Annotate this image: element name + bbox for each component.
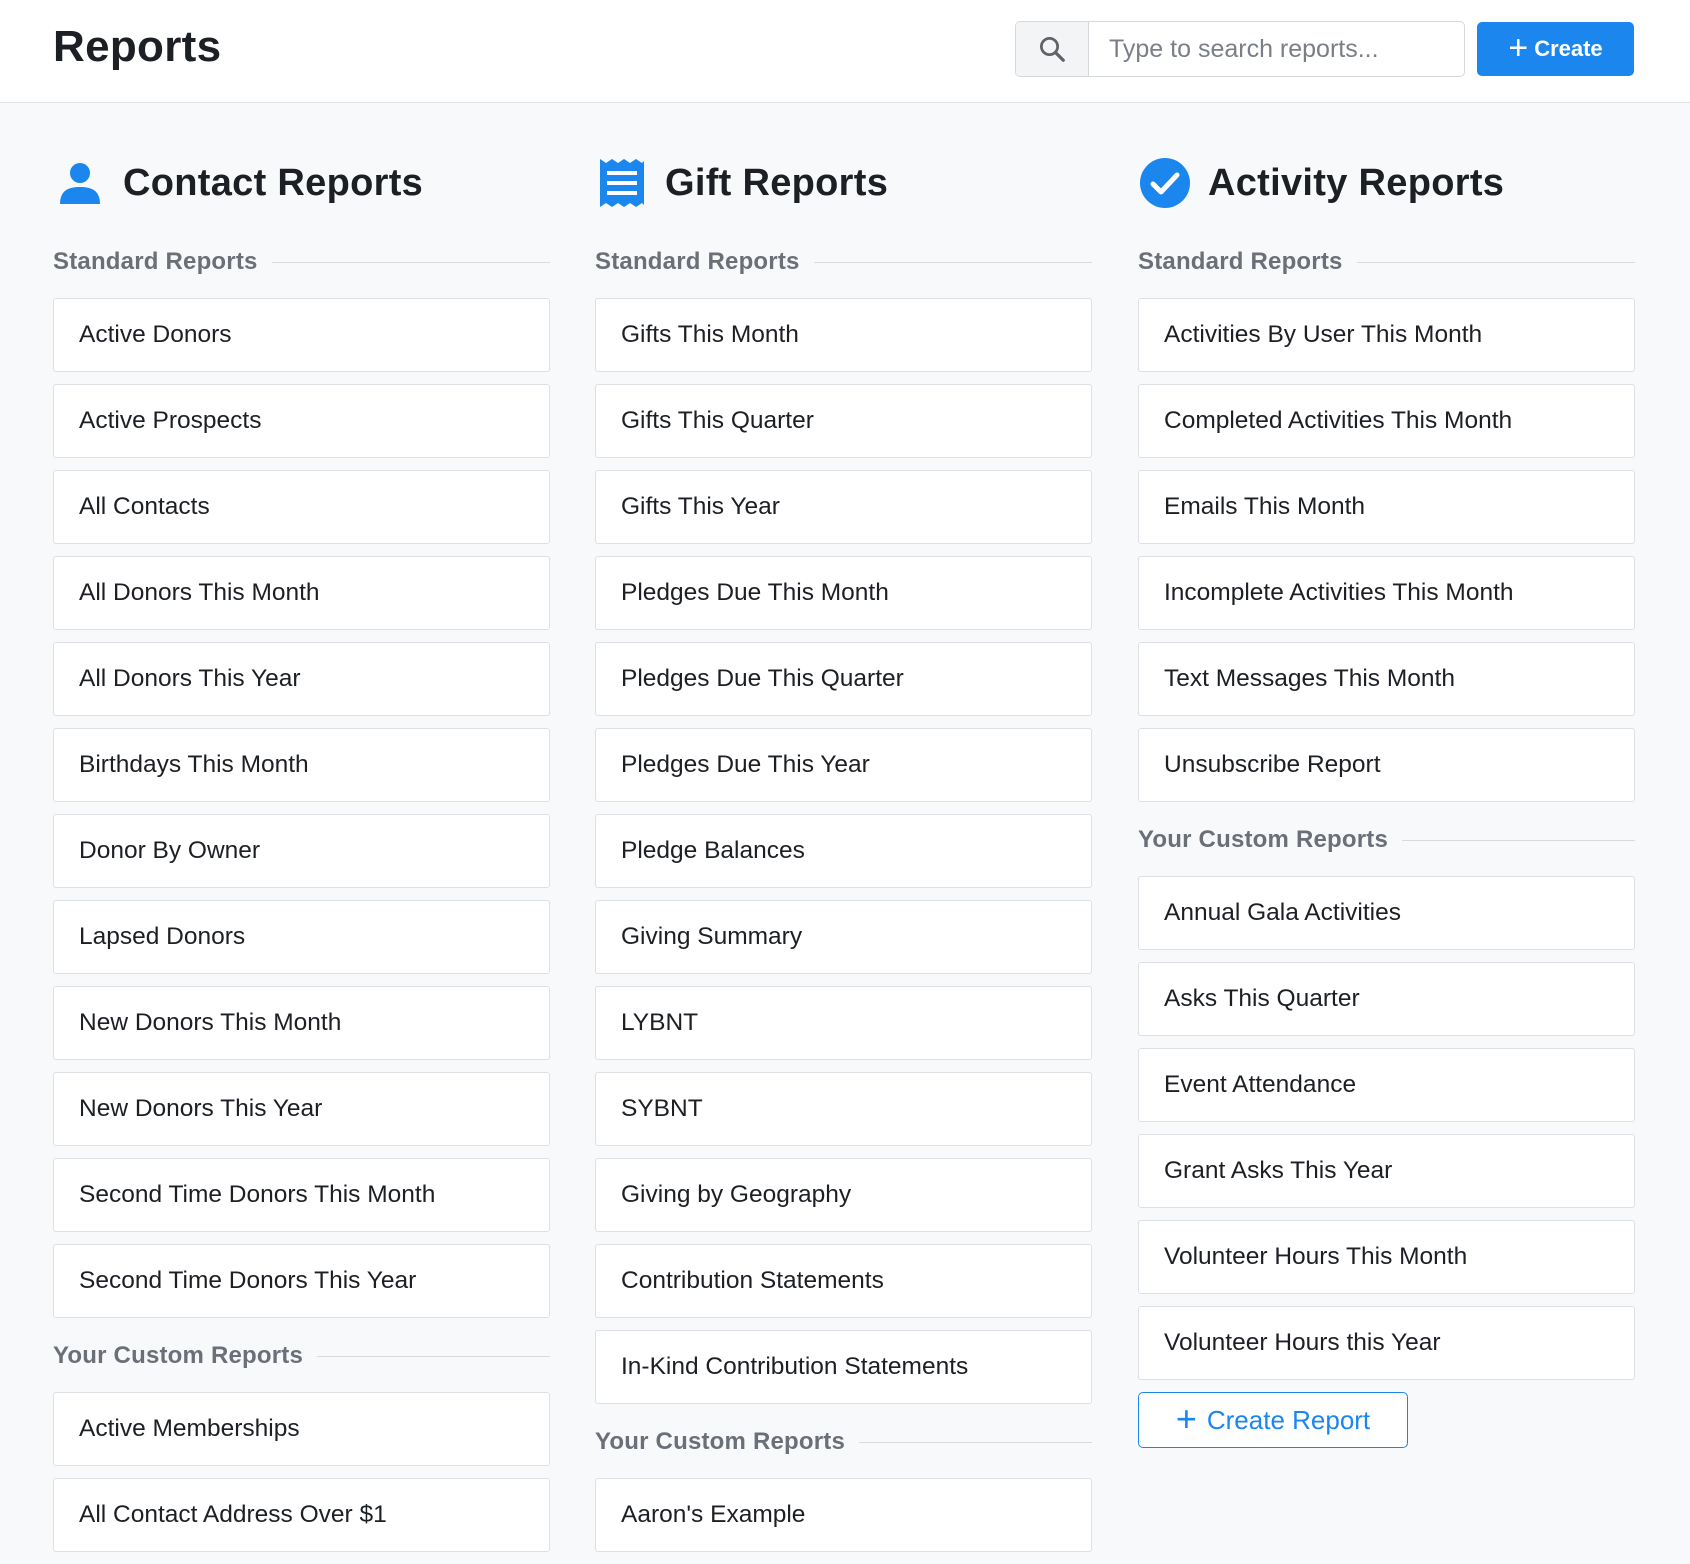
check-circle-icon (1138, 156, 1192, 210)
report-item[interactable]: Annual Gala Activities (1138, 876, 1635, 950)
create-report-button[interactable]: + Create Report (1138, 1392, 1408, 1448)
contact-custom-section: Your Custom Reports (53, 1330, 550, 1382)
report-item[interactable]: Active Memberships (53, 1392, 550, 1466)
section-label: Standard Reports (1138, 248, 1343, 275)
report-item[interactable]: Event Attendance (1138, 1048, 1635, 1122)
contact-reports-header: Contact Reports (53, 150, 550, 216)
report-item[interactable]: Second Time Donors This Year (53, 1244, 550, 1318)
report-item[interactable]: Donor By Owner (53, 814, 550, 888)
gift-standard-list: Gifts This Month Gifts This Quarter Gifts … (595, 298, 1092, 1404)
section-label: Your Custom Reports (595, 1428, 846, 1455)
report-item[interactable]: Activities By User This Month (1138, 298, 1635, 372)
report-item[interactable]: Pledge Balances (595, 814, 1092, 888)
report-item[interactable]: Asks This Quarter (1138, 962, 1635, 1036)
report-item[interactable]: Gifts This Quarter (595, 384, 1092, 458)
report-item[interactable]: Second Time Donors This Month (53, 1158, 550, 1232)
report-item[interactable]: Unsubscribe Report (1138, 728, 1635, 802)
divider (317, 1355, 550, 1357)
activity-standard-section: Standard Reports (1138, 236, 1635, 288)
report-item[interactable]: Gifts This Year (595, 470, 1092, 544)
create-button-label: Create (1534, 36, 1603, 61)
create-report-label: Create Report (1206, 1404, 1371, 1435)
gift-reports-column: Gift Reports Standard Reports Gifts This… (595, 150, 1092, 1564)
create-button[interactable]: + Create (1477, 22, 1634, 76)
divider (271, 261, 550, 263)
gift-reports-title: Gift Reports (665, 161, 889, 204)
report-item[interactable]: Birthdays This Month (53, 728, 550, 802)
contact-reports-column: Contact Reports Standard Reports Active … (53, 150, 550, 1564)
contact-reports-title: Contact Reports (123, 161, 424, 204)
search-button[interactable] (1016, 22, 1089, 76)
gift-custom-section: Your Custom Reports (595, 1416, 1092, 1468)
contact-custom-list: Active Memberships All Contact Address Ov… (53, 1392, 550, 1552)
divider (1356, 261, 1635, 263)
section-label: Standard Reports (595, 248, 800, 275)
gift-custom-list: Aaron's Example (595, 1478, 1092, 1552)
plus-icon: + (1508, 28, 1529, 67)
activity-reports-header: Activity Reports (1138, 150, 1635, 216)
report-item[interactable]: Volunteer Hours This Month (1138, 1220, 1635, 1294)
top-bar: Reports + Create (0, 0, 1690, 103)
report-item[interactable]: Pledges Due This Quarter (595, 642, 1092, 716)
report-item[interactable]: All Contact Address Over $1 (53, 1478, 550, 1552)
plus-icon: + (1175, 1397, 1197, 1439)
report-item[interactable]: All Contacts (53, 470, 550, 544)
activity-standard-list: Activities By User This Month Completed A… (1138, 298, 1635, 802)
report-item[interactable]: SYBNT (595, 1072, 1092, 1146)
divider (1402, 839, 1635, 841)
search-box (1015, 21, 1465, 77)
contact-standard-list: Active Donors Active Prospects All Contact… (53, 298, 550, 1318)
receipt-icon (595, 156, 649, 210)
report-item[interactable]: New Donors This Year (53, 1072, 550, 1146)
divider (859, 1441, 1092, 1443)
report-item[interactable]: Contribution Statements (595, 1244, 1092, 1318)
search-input[interactable] (1089, 22, 1464, 76)
activity-reports-column: Activity Reports Standard Reports Activi… (1138, 150, 1635, 1448)
report-item[interactable]: Lapsed Donors (53, 900, 550, 974)
report-item[interactable]: Volunteer Hours this Year (1138, 1306, 1635, 1380)
page-title: Reports (53, 22, 222, 71)
report-item[interactable]: Completed Activities This Month (1138, 384, 1635, 458)
report-item[interactable]: Grant Asks This Year (1138, 1134, 1635, 1208)
report-item[interactable]: All Donors This Year (53, 642, 550, 716)
report-item[interactable]: Gifts This Month (595, 298, 1092, 372)
report-item[interactable]: Pledges Due This Month (595, 556, 1092, 630)
gift-standard-section: Standard Reports (595, 236, 1092, 288)
report-item[interactable]: Active Donors (53, 298, 550, 372)
section-label: Your Custom Reports (1138, 826, 1389, 853)
report-item[interactable]: Aaron's Example (595, 1478, 1092, 1552)
activity-reports-title: Activity Reports (1208, 161, 1505, 204)
report-item[interactable]: Emails This Month (1138, 470, 1635, 544)
report-item[interactable]: Active Prospects (53, 384, 550, 458)
divider (813, 261, 1092, 263)
section-label: Your Custom Reports (53, 1342, 304, 1369)
report-item[interactable]: New Donors This Month (53, 986, 550, 1060)
report-item[interactable]: Pledges Due This Year (595, 728, 1092, 802)
activity-custom-section: Your Custom Reports (1138, 814, 1635, 866)
report-item[interactable]: All Donors This Month (53, 556, 550, 630)
report-item[interactable]: Incomplete Activities This Month (1138, 556, 1635, 630)
gift-reports-header: Gift Reports (595, 150, 1092, 216)
section-label: Standard Reports (53, 248, 258, 275)
activity-custom-list: Annual Gala Activities Asks This Quarter E… (1138, 876, 1635, 1380)
search-icon (1040, 37, 1065, 62)
report-item[interactable]: In-Kind Contribution Statements (595, 1330, 1092, 1404)
contact-standard-section: Standard Reports (53, 236, 550, 288)
person-icon (53, 156, 107, 210)
report-item[interactable]: Giving Summary (595, 900, 1092, 974)
report-item[interactable]: Text Messages This Month (1138, 642, 1635, 716)
report-item[interactable]: Giving by Geography (595, 1158, 1092, 1232)
report-item[interactable]: LYBNT (595, 986, 1092, 1060)
